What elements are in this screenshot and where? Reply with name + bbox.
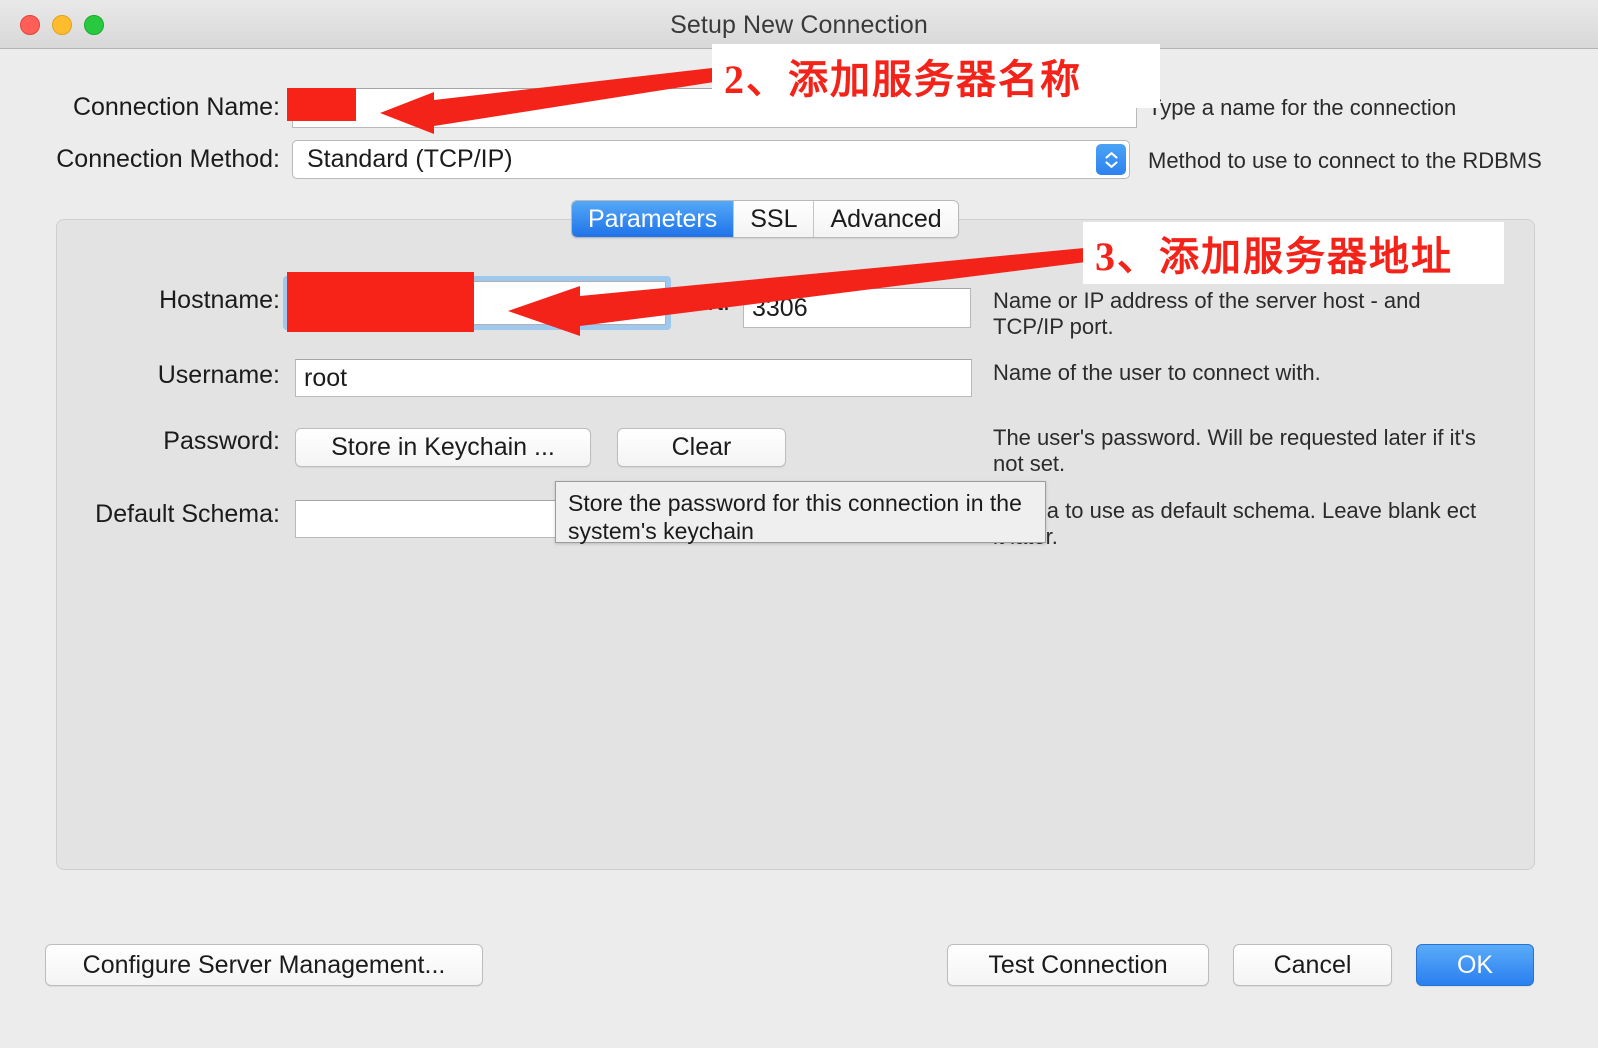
chevron-down-icon (1104, 160, 1118, 168)
title-bar: Setup New Connection (0, 0, 1598, 49)
username-input[interactable]: root (295, 359, 972, 397)
username-help: Name of the user to connect with. (993, 360, 1321, 385)
connection-name-redaction (287, 88, 356, 121)
store-in-keychain-button[interactable]: Store in Keychain ... (295, 428, 591, 467)
chevron-up-down-icon[interactable] (1096, 144, 1126, 175)
connection-method-value: Standard (TCP/IP) (307, 145, 513, 173)
connection-method-select[interactable]: Standard (TCP/IP) (292, 140, 1130, 179)
clear-password-button[interactable]: Clear (617, 428, 786, 467)
tab-advanced[interactable]: Advanced (814, 201, 958, 237)
hostname-label: Hostname: (159, 286, 280, 314)
configure-server-management-button[interactable]: Configure Server Management... (45, 944, 483, 986)
ok-button[interactable]: OK (1416, 944, 1534, 986)
hostname-help: Name or IP address of the server host - … (993, 288, 1421, 339)
cancel-button[interactable]: Cancel (1233, 944, 1392, 986)
port-input[interactable]: 3306 (743, 288, 971, 328)
username-label: Username: (157, 361, 280, 389)
tab-ssl[interactable]: SSL (734, 201, 815, 237)
annotation-label-2: 3、添加服务器地址 (1083, 222, 1504, 284)
default-schema-label: Default Schema: (95, 500, 280, 528)
hostname-redaction (287, 272, 474, 332)
chevron-up-icon (1104, 151, 1118, 159)
test-connection-button[interactable]: Test Connection (947, 944, 1209, 986)
tab-parameters[interactable]: Parameters (572, 201, 735, 237)
default-schema-help: chema to use as default schema. Leave bl… (993, 498, 1477, 549)
tab-bar: Parameters SSL Advanced (571, 200, 959, 238)
annotation-label-1: 2、添加服务器名称 (712, 44, 1160, 108)
connection-name-help: Type a name for the connection (1148, 95, 1457, 120)
port-label: Port: (677, 288, 730, 316)
connection-method-help: Method to use to connect to the RDBMS (1148, 148, 1542, 173)
connection-name-label: Connection Name: (72, 93, 280, 121)
keychain-tooltip: Store the password for this connection i… (555, 481, 1046, 544)
window-title: Setup New Connection (670, 11, 928, 39)
setup-new-connection-dialog: Setup New Connection Connection Name: Ty… (0, 0, 1598, 1048)
password-label: Password: (163, 427, 280, 455)
password-help: The user's password. Will be requested l… (993, 425, 1476, 476)
connection-method-label: Connection Method: (56, 145, 280, 173)
